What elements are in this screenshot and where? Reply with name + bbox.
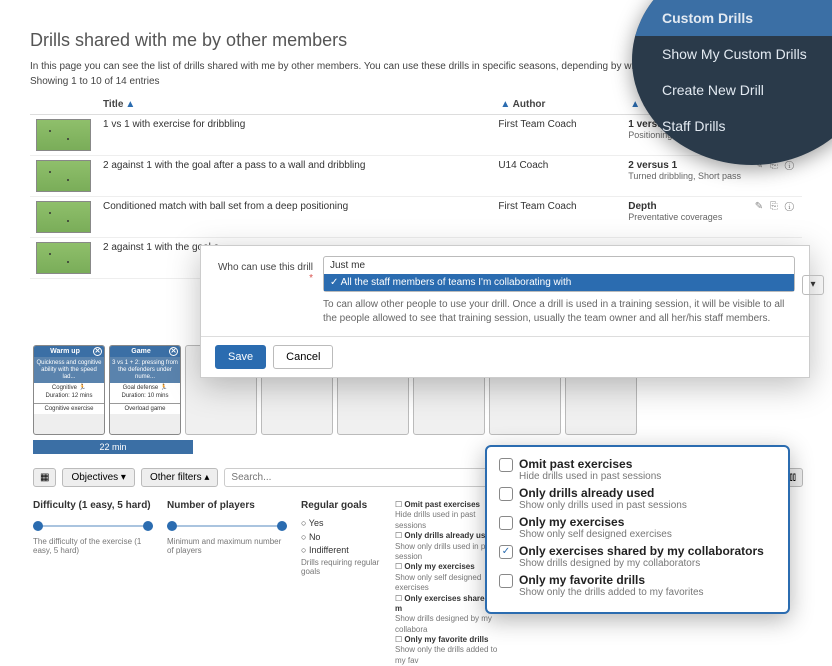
row-actions[interactable]: ✎ ⎘ ⓘ bbox=[755, 201, 796, 212]
remove-card-icon[interactable]: ✕ bbox=[93, 347, 102, 356]
col-author[interactable]: ▲ Author bbox=[492, 95, 622, 115]
table-row[interactable]: 2 against 1 with the goal after a pass t… bbox=[30, 156, 802, 197]
players-label: Number of players bbox=[167, 500, 287, 511]
drill-thumb bbox=[36, 160, 91, 192]
filter-favorites[interactable]: Only my favorite drillsShow only the dri… bbox=[499, 573, 776, 598]
regular-goals-label: Regular goals bbox=[301, 500, 381, 511]
checkbox-icon[interactable] bbox=[499, 574, 513, 588]
goals-indifferent[interactable]: ○ Indifferent bbox=[301, 544, 381, 558]
difficulty-label: Difficulty (1 easy, 5 hard) bbox=[33, 500, 153, 511]
share-hint: To can allow other people to use your dr… bbox=[323, 298, 795, 326]
filter-already-used[interactable]: Only drills already usedShow only drills… bbox=[499, 486, 776, 511]
checkbox-icon[interactable]: ✓ bbox=[499, 545, 513, 559]
other-filters-button[interactable]: Other filters ▴ bbox=[141, 468, 218, 487]
difficulty-slider[interactable] bbox=[33, 517, 153, 535]
checkbox-icon[interactable] bbox=[499, 458, 513, 472]
drill-card[interactable]: Game✕ 3 vs 1 + 2: pressing from the defe… bbox=[109, 345, 181, 435]
who-can-use-label: Who can use this drill * bbox=[215, 256, 313, 284]
save-button[interactable]: Save bbox=[215, 345, 266, 369]
goals-no[interactable]: ○ No bbox=[301, 531, 381, 545]
remove-card-icon[interactable]: ✕ bbox=[169, 347, 178, 356]
checkbox-icon[interactable] bbox=[499, 487, 513, 501]
filter-overlay: Omit past exercisesHide drills used in p… bbox=[485, 445, 790, 614]
col-title[interactable]: Title▲ bbox=[97, 95, 492, 115]
menu-staff-drills[interactable]: Staff Drills bbox=[662, 108, 832, 144]
filter-my-exercises[interactable]: Only my exercisesShow only self designed… bbox=[499, 515, 776, 540]
filter-omit-past[interactable]: Omit past exercisesHide drills used in p… bbox=[499, 457, 776, 482]
drill-card[interactable]: Warm up✕ Quickness and cognitive ability… bbox=[33, 345, 105, 435]
drill-thumb bbox=[36, 119, 91, 151]
objectives-button[interactable]: Objectives ▾ bbox=[62, 468, 134, 487]
columns-button[interactable]: ▦ bbox=[33, 468, 56, 487]
menu-custom-drills[interactable]: Custom Drills bbox=[632, 0, 832, 36]
select-toggle-icon[interactable]: ▾ bbox=[802, 275, 824, 295]
drill-thumb bbox=[36, 242, 91, 274]
who-can-use-select[interactable]: Just me ✓ All the staff members of teams… bbox=[323, 256, 795, 292]
table-row[interactable]: Conditioned match with ball set from a d… bbox=[30, 197, 802, 238]
checkbox-icon[interactable] bbox=[499, 516, 513, 530]
filter-shared-collab[interactable]: ✓ Only exercises shared by my collaborat… bbox=[499, 544, 776, 569]
menu-show-my-drills[interactable]: Show My Custom Drills bbox=[662, 36, 832, 72]
share-popup: Who can use this drill * Just me ✓ All t… bbox=[200, 245, 810, 378]
goals-yes[interactable]: ○ Yes bbox=[301, 517, 381, 531]
players-slider[interactable] bbox=[167, 517, 287, 535]
cancel-button[interactable]: Cancel bbox=[273, 345, 333, 369]
drill-thumb bbox=[36, 201, 91, 233]
total-duration: 22 min bbox=[33, 440, 193, 454]
menu-create-new-drill[interactable]: Create New Drill bbox=[662, 72, 832, 108]
